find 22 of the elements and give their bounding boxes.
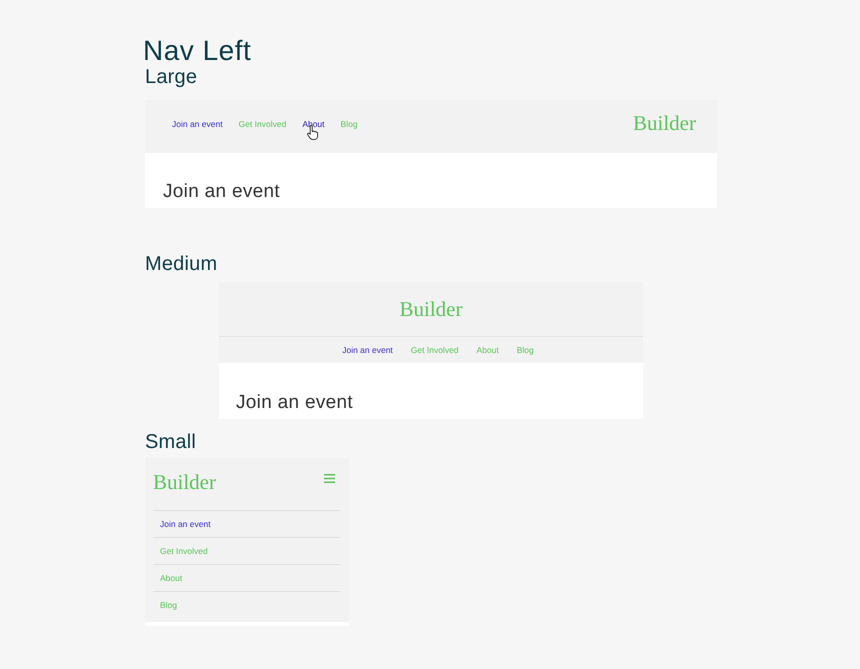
nav-link[interactable]: About [160, 572, 182, 584]
brand-name[interactable]: Builder [400, 297, 462, 321]
page-title: Nav Left [143, 36, 252, 66]
nav-link[interactable]: Join an event [172, 119, 223, 130]
nav-link[interactable]: Blog [340, 119, 358, 130]
nav-link[interactable]: Get Involved [160, 546, 208, 556]
nav-link[interactable]: Join an event [160, 518, 211, 530]
content-heading: Join an event [163, 181, 280, 203]
section-heading: Large [145, 66, 198, 88]
brand-name[interactable]: Builder [633, 111, 696, 135]
section-heading: Medium [145, 253, 218, 275]
nav-link[interactable]: About [302, 119, 325, 130]
nav-link[interactable]: Blog [516, 344, 534, 356]
nav-link[interactable]: About [476, 344, 499, 356]
nav-link[interactable]: Blog [160, 600, 178, 610]
section-heading: Small [145, 431, 196, 453]
content-heading: Join an event [236, 392, 353, 414]
nav-link[interactable]: Join an event [342, 344, 393, 356]
brand-name[interactable]: Builder [153, 470, 216, 494]
nav-link[interactable]: Get Involved [238, 119, 286, 130]
menu-icon[interactable] [324, 474, 335, 482]
nav-link[interactable]: Get Involved [410, 344, 459, 356]
